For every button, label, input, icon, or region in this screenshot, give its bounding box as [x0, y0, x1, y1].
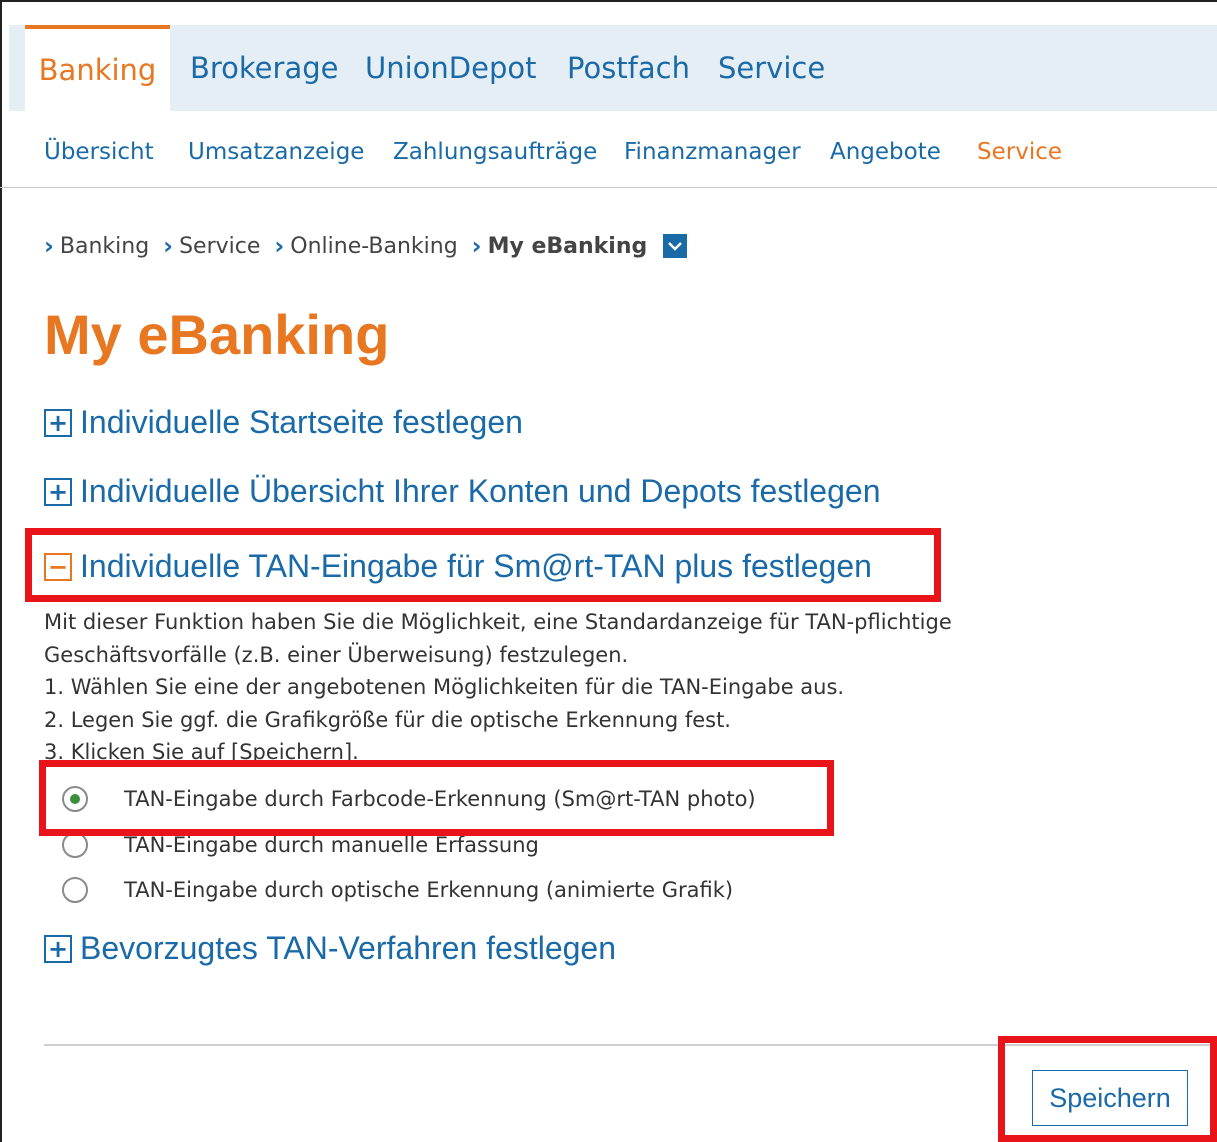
expand-plus-icon: + — [44, 934, 72, 963]
breadcrumb-label: My eBanking — [487, 233, 648, 259]
expand-plus-icon: + — [44, 408, 72, 437]
radio-option-farbcode[interactable]: TAN-Eingabe durch Farbcode-Erkennung (Sm… — [62, 786, 756, 812]
chevron-right-icon: › — [274, 232, 285, 260]
breadcrumb-item-banking[interactable]: › Banking — [44, 232, 149, 260]
radio-button[interactable] — [62, 786, 88, 812]
main-tab-uniondepot[interactable]: UnionDepot — [365, 25, 536, 111]
description-line: 3. Klicken Sie auf [Speichern]. — [44, 740, 359, 764]
section-uebersicht-toggle[interactable]: + Individuelle Übersicht Ihrer Konten un… — [44, 473, 880, 510]
sub-tab-service[interactable]: Service — [977, 139, 1062, 165]
main-tab-postfach[interactable]: Postfach — [567, 25, 690, 111]
chevron-right-icon: › — [471, 232, 482, 260]
section-title: Individuelle TAN-Eingabe für Sm@rt-TAN p… — [80, 548, 872, 584]
breadcrumb-item-online-banking[interactable]: › Online-Banking — [274, 232, 457, 260]
sub-tab-uebersicht[interactable]: Übersicht — [44, 139, 154, 165]
main-tab-banking[interactable]: Banking — [25, 25, 170, 111]
breadcrumb-item-service[interactable]: › Service — [163, 232, 260, 260]
radio-label: TAN-Eingabe durch manuelle Erfassung — [124, 833, 539, 857]
main-tab-service[interactable]: Service — [718, 25, 825, 111]
main-navigation: Banking Brokerage UnionDepot Postfach Se… — [9, 25, 1217, 111]
section-title: Individuelle Startseite festlegen — [80, 404, 523, 440]
radio-label: TAN-Eingabe durch optische Erkennung (an… — [124, 878, 734, 902]
save-button[interactable]: Speichern — [1032, 1070, 1188, 1126]
section-title: Bevorzugtes TAN-Verfahren festlegen — [80, 930, 616, 966]
sub-tab-angebote[interactable]: Angebote — [830, 139, 941, 165]
divider — [44, 1044, 1217, 1046]
breadcrumb-label: Banking — [59, 233, 150, 259]
description-line: 2. Legen Sie ggf. die Grafikgröße für di… — [44, 707, 731, 732]
radio-option-optisch[interactable]: TAN-Eingabe durch optische Erkennung (an… — [62, 877, 733, 903]
collapse-minus-icon: − — [44, 552, 72, 581]
section-tan-verfahren-toggle[interactable]: + Bevorzugtes TAN-Verfahren festlegen — [44, 930, 616, 967]
radio-label: TAN-Eingabe durch Farbcode-Erkennung (Sm… — [124, 787, 756, 811]
description-line: Mit dieser Funktion haben Sie die Möglic… — [44, 610, 952, 634]
sub-tab-zahlungsauftraege[interactable]: Zahlungsaufträge — [393, 139, 597, 165]
breadcrumb-label: Service — [179, 233, 261, 259]
radio-button[interactable] — [62, 877, 88, 903]
section-tan-eingabe-toggle[interactable]: − Individuelle TAN-Eingabe für Sm@rt-TAN… — [44, 548, 872, 585]
description-line: 1. Wählen Sie eine der angebotenen Mögli… — [44, 675, 845, 699]
chevron-right-icon: › — [44, 232, 54, 260]
section-title: Individuelle Übersicht Ihrer Konten und … — [80, 473, 881, 509]
chevron-down-icon — [668, 242, 683, 251]
page-title: My eBanking — [44, 303, 390, 366]
sub-tab-finanzmanager[interactable]: Finanzmanager — [624, 139, 801, 165]
breadcrumb-dropdown-button[interactable] — [663, 234, 688, 258]
breadcrumb: › Banking › Service › Online-Banking › M… — [44, 230, 688, 262]
description-line: Geschäftsvorfälle (z.B. einer Überweisun… — [44, 642, 629, 667]
tan-section-description: Mit dieser Funktion haben Sie die Möglic… — [44, 606, 1044, 769]
sub-navigation: Übersicht Umsatzanzeige Zahlungsaufträge… — [0, 111, 1217, 188]
expand-plus-icon: + — [44, 477, 72, 506]
chevron-right-icon: › — [163, 232, 174, 260]
radio-button[interactable] — [62, 832, 88, 858]
main-tab-brokerage[interactable]: Brokerage — [190, 25, 338, 111]
section-startseite-toggle[interactable]: + Individuelle Startseite festlegen — [44, 404, 523, 441]
breadcrumb-item-current: › My eBanking — [472, 232, 648, 260]
breadcrumb-label: Online-Banking — [290, 233, 458, 259]
radio-option-manuell[interactable]: TAN-Eingabe durch manuelle Erfassung — [62, 832, 539, 858]
sub-tab-umsatzanzeige[interactable]: Umsatzanzeige — [188, 139, 364, 165]
